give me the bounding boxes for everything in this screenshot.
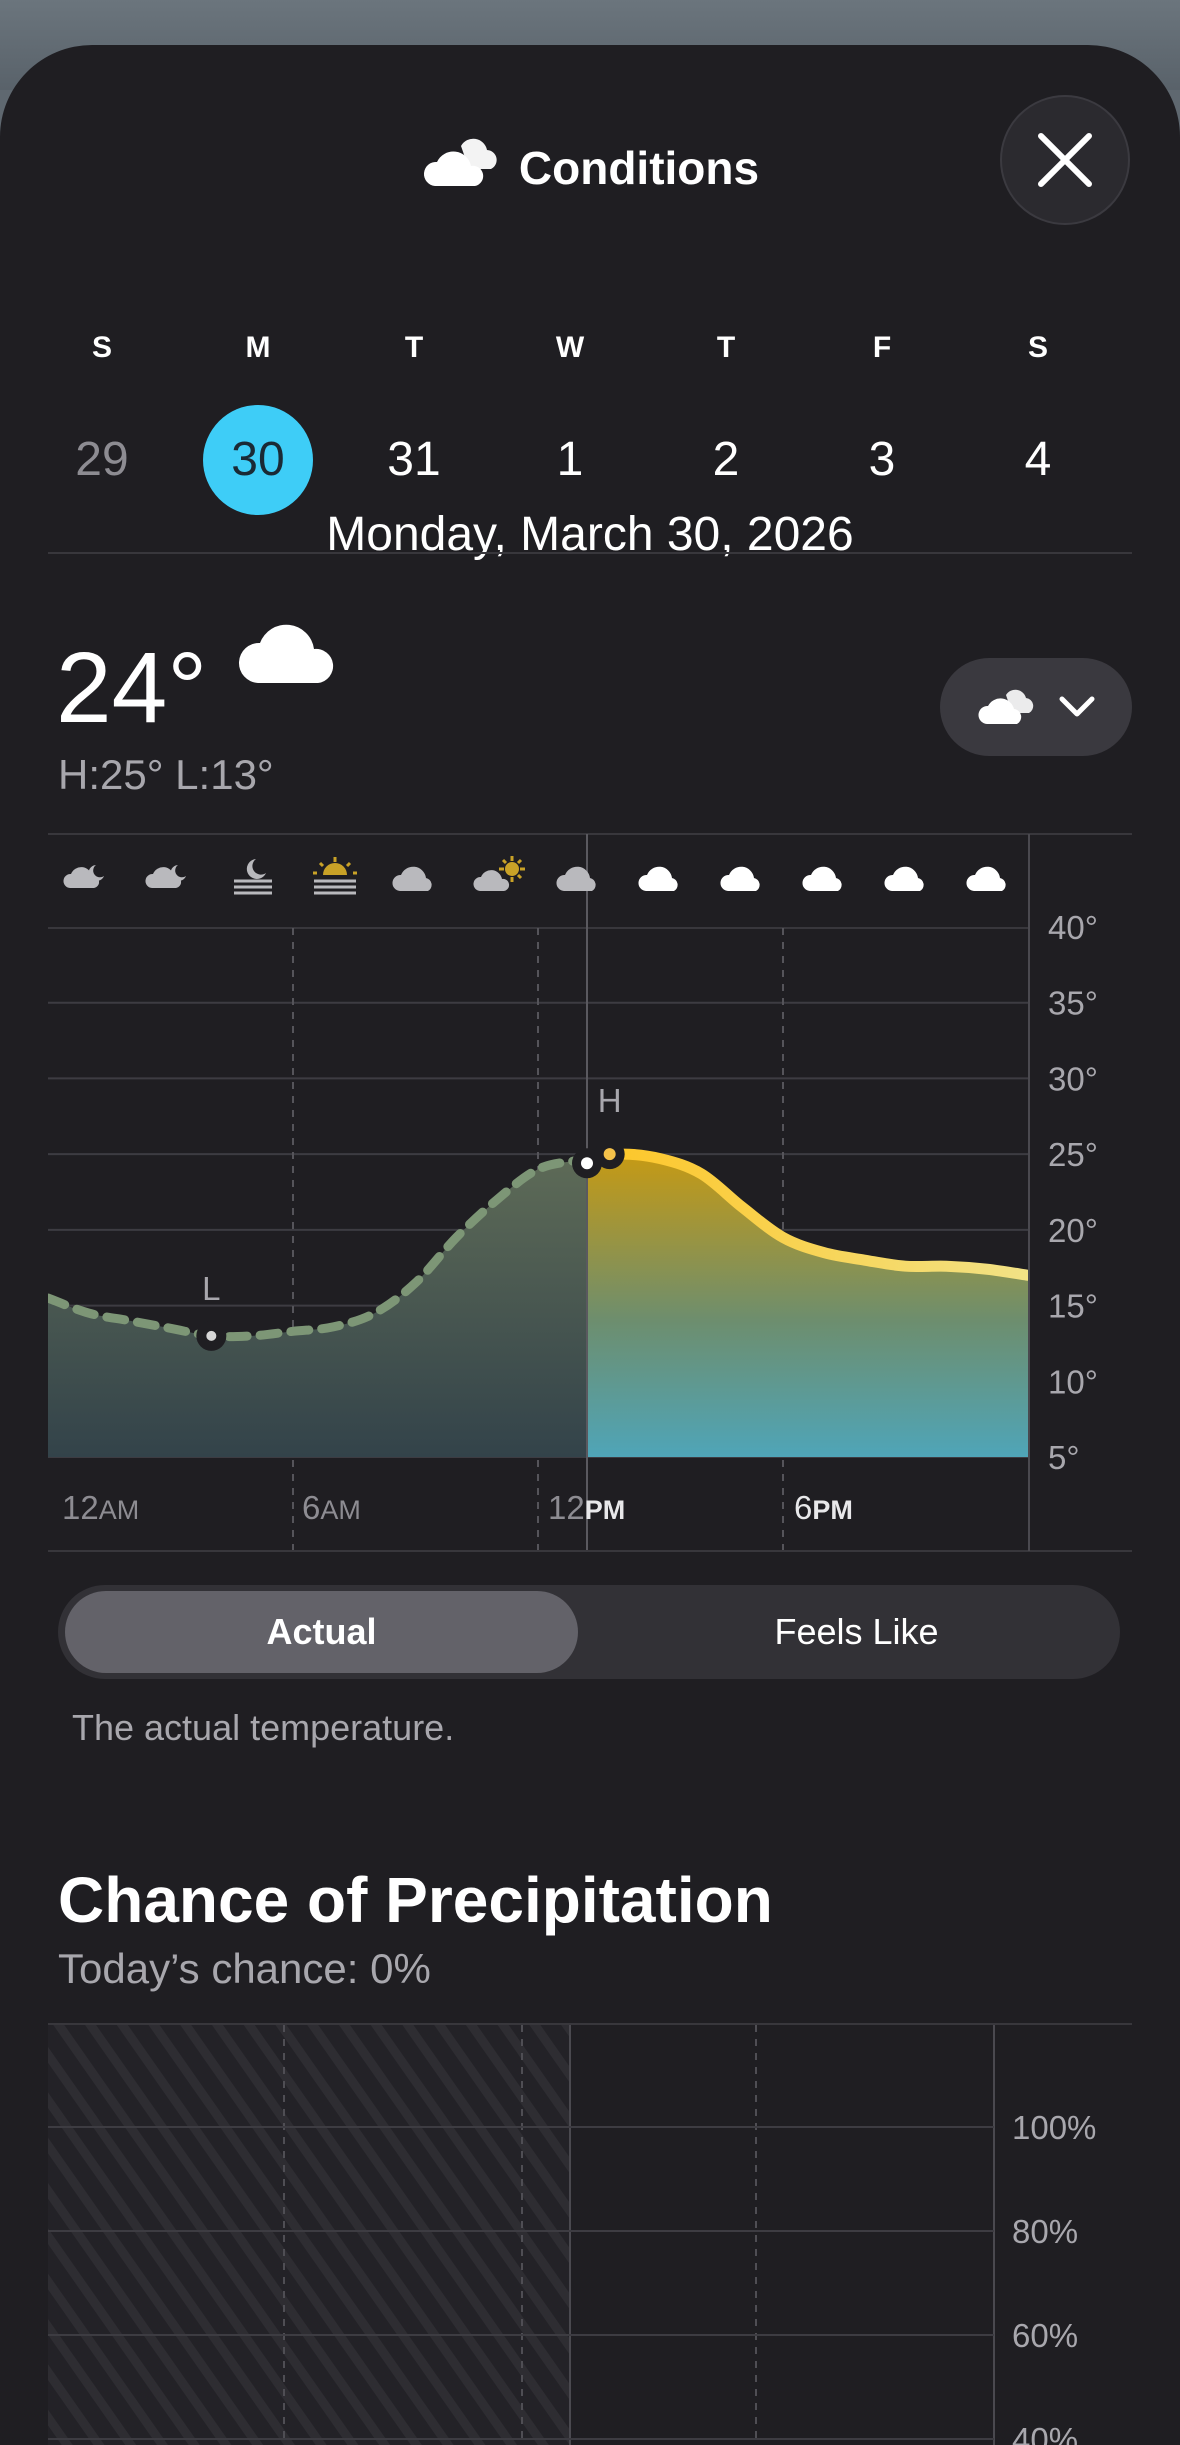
x-tick-label: 12PM	[548, 1489, 625, 1526]
y-tick-label: 60%	[1012, 2317, 1078, 2354]
cloud-icon	[390, 855, 444, 900]
y-tick-label: 40%	[1012, 2421, 1078, 2445]
x-tick-label: 6AM	[302, 1489, 361, 1526]
feels-like-tab[interactable]: Feels Like	[600, 1591, 1113, 1673]
x-tick-label: 6PM	[794, 1489, 853, 1526]
y-tick-label: 35°	[1048, 985, 1098, 1022]
y-tick-label: 5°	[1048, 1439, 1080, 1476]
past-hours-hatch	[48, 2025, 570, 2445]
fog-night-icon	[226, 855, 280, 900]
cloud-icon	[800, 855, 854, 900]
y-tick-label: 40°	[1048, 909, 1098, 946]
precipitation-chart[interactable]: 100% 80% 60% 40%	[0, 1965, 1180, 2445]
x-tick-label: 12AM	[62, 1489, 139, 1526]
partly-sunny-icon	[472, 855, 530, 900]
y-tick-label: 30°	[1048, 1060, 1098, 1097]
y-tick-label: 25°	[1048, 1136, 1098, 1173]
cloud-icon	[636, 855, 690, 900]
mode-description: The actual temperature.	[72, 1707, 455, 1748]
temperature-chart[interactable]: 40° 35° 30° 25° 20° 15° 10° 5° L H 12AM 6AM 12PM 6PM	[0, 45, 1180, 1565]
y-tick-label: 100%	[1012, 2109, 1096, 2146]
y-tick-label: 15°	[1048, 1288, 1098, 1325]
low-label: L	[202, 1270, 220, 1307]
y-tick-label: 20°	[1048, 1212, 1098, 1249]
temperature-mode-toggle: Actual Feels Like	[58, 1585, 1120, 1679]
partly-cloudy-night-icon	[144, 855, 198, 900]
sunrise-fog-icon	[308, 855, 362, 900]
cloud-icon	[554, 855, 608, 900]
actual-tab[interactable]: Actual	[65, 1591, 578, 1673]
y-tick-label: 10°	[1048, 1363, 1098, 1400]
conditions-sheet: Conditions S 29 M 30 T 31 W 1 T 2 F 3 S 4 Monday, Mar…	[0, 45, 1180, 2445]
high-label: H	[598, 1082, 622, 1119]
cloud-icon	[964, 855, 1018, 900]
cloud-icon	[882, 855, 936, 900]
precipitation-title: Chance of Precipitation	[58, 1864, 773, 1936]
y-tick-label: 80%	[1012, 2213, 1078, 2250]
cloud-icon	[718, 855, 772, 900]
partly-cloudy-night-icon	[62, 855, 116, 900]
